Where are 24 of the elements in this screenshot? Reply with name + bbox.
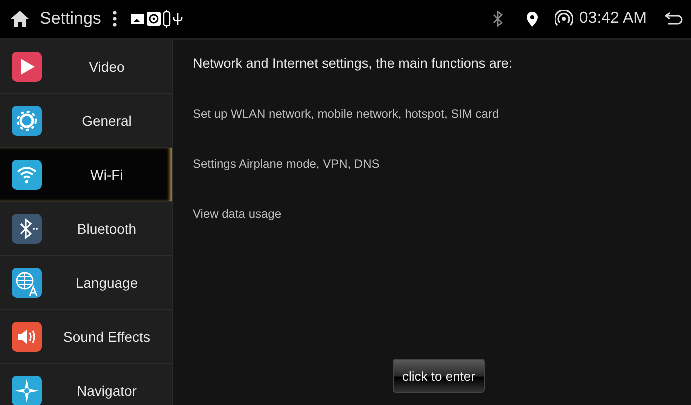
sidebar-item[interactable]: General [0, 94, 172, 148]
clock-time: 03:42 AM [579, 10, 647, 28]
disc-icon [147, 12, 162, 26]
device-icon [163, 10, 172, 28]
sidebar-item[interactable]: Bluetooth [0, 202, 172, 256]
sidebar-item[interactable]: Video [0, 40, 172, 94]
sidebar-item[interactable]: Navigator [0, 364, 172, 405]
image-icon [131, 14, 146, 24]
settings-title: Settings [40, 9, 102, 29]
back-icon[interactable] [665, 12, 683, 26]
function-description: View data usage [193, 207, 283, 221]
sidebar-item[interactable]: Sound Effects [0, 310, 172, 364]
home-icon[interactable] [10, 10, 30, 28]
enter-button[interactable]: click to enter [393, 359, 485, 393]
location-pin-icon [526, 10, 540, 28]
hotspot-icon [555, 10, 574, 28]
menu-icon[interactable] [113, 11, 118, 27]
description-heading: Network and Internet settings, the main functions are: [193, 56, 514, 71]
function-description: Set up WLAN network, mobile network, hotspot, SIM card [193, 107, 500, 121]
sidebar-item[interactable]: Language [0, 256, 172, 310]
bluetooth-icon [492, 10, 504, 28]
function-description: Settings Airplane mode, VPN, DNS [193, 157, 381, 171]
usb-icon [173, 12, 184, 26]
sidebar-item[interactable]: Wi-Fi [0, 148, 172, 202]
